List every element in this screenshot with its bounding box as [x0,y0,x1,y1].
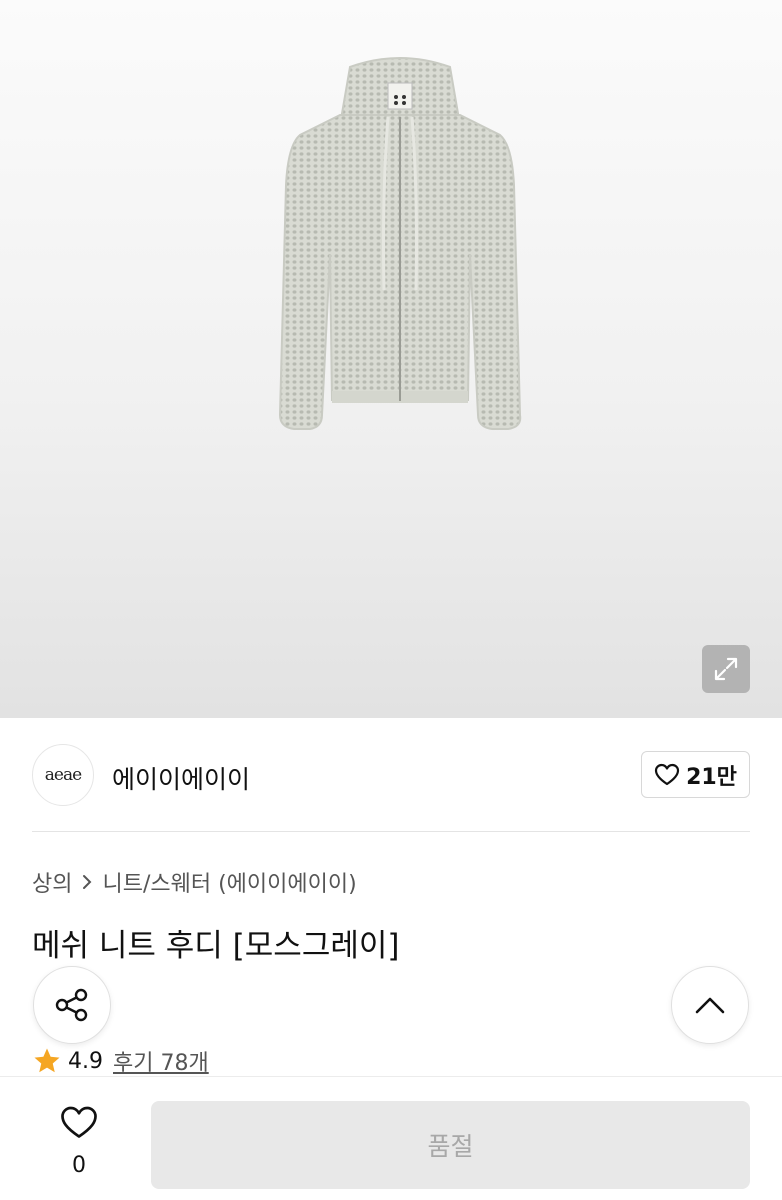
brand-like-button[interactable]: 21만 [641,751,750,798]
brand-like-count: 21만 [686,764,737,790]
product-title: 메쉬 니트 후디 [모스그레이] [32,928,400,964]
bottom-action-bar: 0 품절 [0,1076,782,1200]
heart-icon [61,1106,97,1138]
chevron-right-icon [83,875,92,889]
rating-score: 4.9 [68,1048,103,1074]
chevron-up-icon [695,997,725,1014]
breadcrumb-category[interactable]: 상의 [32,866,72,898]
review-link[interactable]: 후기 78개 [113,1045,209,1077]
breadcrumb: 상의 니트/스웨터 (에이이에이이) [32,866,357,898]
soldout-button[interactable]: 품절 [151,1101,750,1189]
mesh-hoodie-image [278,57,522,430]
share-icon [55,988,88,1022]
expand-image-button[interactable] [702,645,750,693]
share-button[interactable] [33,966,111,1044]
brand-logo-text: aeae [44,765,82,785]
brand-row: aeae 에이이에이이 21만 [32,744,750,808]
product-image[interactable] [0,0,782,718]
divider [32,831,750,832]
wish-button[interactable]: 0 [56,1105,102,1178]
star-icon [34,1048,60,1073]
rating-row: 4.9 후기 78개 [32,1045,209,1077]
wish-count: 0 [72,1153,86,1178]
scroll-top-button[interactable] [671,966,749,1044]
heart-icon [654,763,680,785]
brand-name[interactable]: 에이이에이이 [112,760,250,796]
breadcrumb-subcategory[interactable]: 니트/스웨터 (에이이에이이) [102,866,356,898]
brand-logo[interactable]: aeae [32,744,94,806]
expand-icon [714,657,738,681]
